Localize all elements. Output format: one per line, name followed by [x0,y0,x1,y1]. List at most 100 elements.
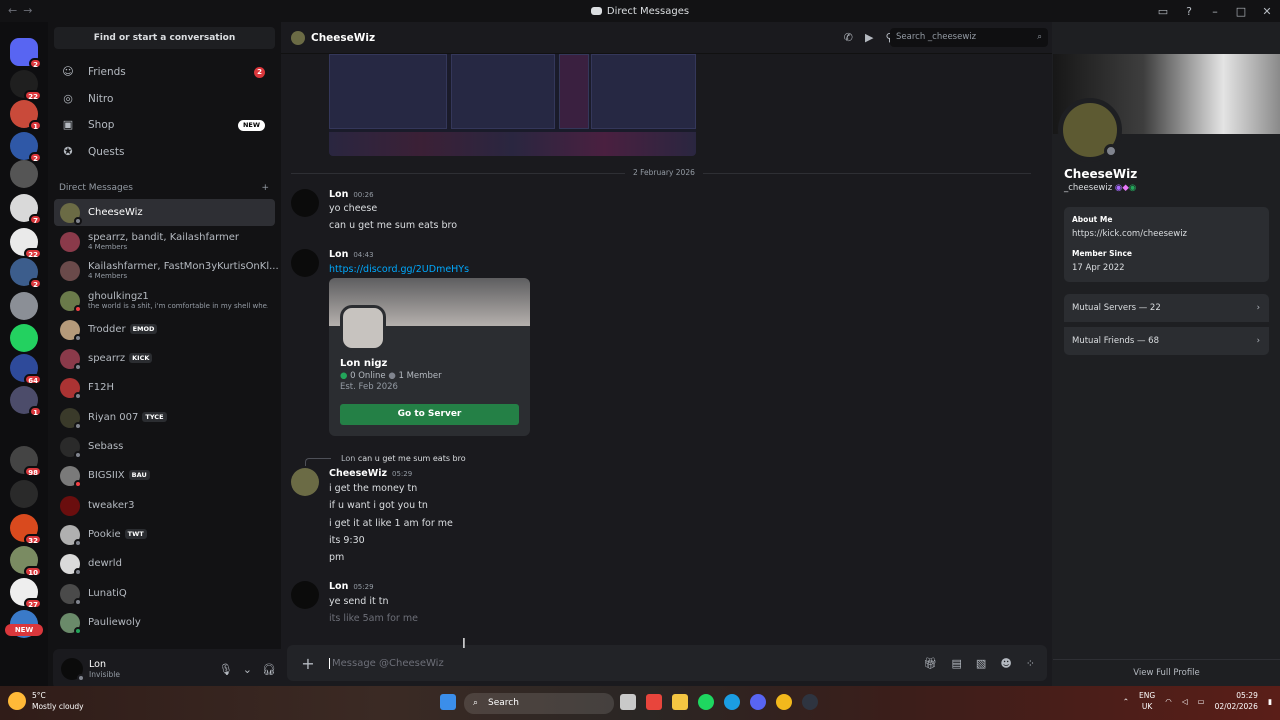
server-icon[interactable]: 7 [10,194,42,225]
reply-text[interactable]: can u get me sum eats bro [358,454,466,463]
server-icon[interactable]: 2 [10,132,42,163]
author-name[interactable]: Lon [329,249,348,260]
help-icon[interactable]: ? [1176,5,1202,18]
discord-icon[interactable] [750,694,766,710]
mutual-friends-row[interactable]: › Mutual Friends — 68 [1064,327,1269,355]
server-icon[interactable]: 98 [10,446,42,477]
avatar[interactable] [291,189,319,217]
language-indicator[interactable]: ENG UK [1139,690,1155,712]
chevron-down-icon[interactable]: ⌄ [243,663,252,676]
invite-link[interactable]: https://discord.gg/2UDmeHYs [329,264,469,275]
mutual-servers-row[interactable]: › Mutual Servers — 22 [1064,294,1269,322]
author-name[interactable]: CheeseWiz [329,468,387,479]
server-icon[interactable]: 2 [10,258,42,289]
volume-icon[interactable]: ◁ [1182,697,1188,706]
avatar[interactable] [61,658,85,682]
sticker-icon[interactable]: ▧ [976,657,986,670]
server-icon[interactable] [10,480,38,508]
server-icon[interactable]: 27 [10,578,42,609]
server-icon[interactable] [10,292,38,320]
steam-icon[interactable] [802,694,818,710]
nav-friends[interactable]: ☺ Friends 2 [54,59,275,85]
create-dm-icon[interactable]: + [261,183,269,193]
wifi-icon[interactable]: ◠ [1165,697,1172,706]
author-name[interactable]: Lon [329,189,348,200]
apps-icon[interactable]: ⁘ [1026,657,1035,670]
avatar[interactable] [1058,98,1122,162]
nav-nitro[interactable]: ◎ Nitro [54,86,275,112]
message-input[interactable] [329,657,924,669]
gift-icon[interactable]: 🎁︎ [924,657,938,670]
notification-icon[interactable]: ▮ [1268,697,1272,706]
taskbar-search[interactable]: ⌕ Search [464,693,614,714]
dm-item[interactable]: LunatiQ [54,580,275,607]
reply-preview[interactable]: Lon can u get me sum eats bro [341,454,466,463]
message-author[interactable]: Lon 05:29 [329,581,374,592]
message-author[interactable]: CheeseWiz 05:29 [329,468,412,479]
phone-icon[interactable]: ✆ [844,31,853,44]
dm-item[interactable]: Riyan 007 TYCE [54,404,275,431]
dm-item[interactable]: Kailashfarmer, FastMon3yKurtisOnKl... 4 M… [54,257,279,284]
windows-start-icon[interactable] [440,694,456,710]
microphone-icon[interactable]: 🎙︎ [219,663,233,676]
dm-item[interactable]: F12H [54,374,275,401]
avatar[interactable] [291,249,319,277]
dm-item[interactable]: spearrz KICK [54,345,275,372]
video-icon[interactable]: ▶ [865,31,873,44]
image-attachment[interactable] [329,54,696,156]
file-explorer-icon[interactable] [672,694,688,710]
dm-item[interactable]: BIGSIIX BAU [54,462,275,489]
server-icon[interactable]: 22 [10,228,42,259]
dm-item[interactable]: spearrz, bandit, Kailashfarmer 4 Members [54,228,275,255]
server-icon[interactable]: 2 [10,38,42,69]
avatar[interactable] [291,581,319,609]
add-attachment-icon[interactable]: + [293,654,323,673]
back-arrow-icon[interactable]: ← [8,4,23,17]
avatar[interactable] [291,468,319,496]
avatar[interactable] [291,30,305,45]
inbox-icon[interactable]: ▭ [1150,5,1176,18]
emoji-icon[interactable]: ☻ [1000,657,1011,670]
headphones-icon[interactable]: 🎧︎ [262,663,276,676]
forward-arrow-icon[interactable]: → [23,4,38,17]
chrome-icon[interactable] [776,694,792,710]
message-author[interactable]: Lon 04:43 [329,249,374,260]
dm-item[interactable]: Sebass [54,433,275,460]
dm-item[interactable]: Trodder EMOD [54,316,275,343]
edge-icon[interactable] [724,694,740,710]
server-icon[interactable] [10,160,38,188]
server-icon[interactable] [10,324,38,352]
dm-item[interactable]: ghoulkingz1 the world is a shit, i'm comf… [54,287,275,314]
nav-shop[interactable]: ▣ Shop NEW [54,112,275,138]
dm-item[interactable]: tweaker3 [54,492,275,519]
close-button[interactable]: ✕ [1254,5,1280,18]
weather-widget[interactable]: 5°C Mostly cloudy [8,690,84,712]
search-input[interactable]: Search _cheesewiz ⌕ [890,28,1048,47]
reply-author[interactable]: Lon [341,454,355,463]
battery-icon[interactable]: ▭ [1198,697,1205,706]
server-name[interactable]: Lon nigz [340,358,387,369]
server-icon[interactable]: 1 [10,386,42,417]
dm-item[interactable]: dewrld [54,550,275,577]
history-nav[interactable]: ←→ [8,4,38,17]
dm-item[interactable]: Pookie TWT [54,521,275,548]
view-full-profile-button[interactable]: View Full Profile [1053,659,1280,686]
minimize-button[interactable]: – [1202,5,1228,18]
find-conversation-button[interactable]: Find or start a conversation [54,27,275,49]
store-icon[interactable] [646,694,662,710]
task-view-icon[interactable] [620,694,636,710]
message-author[interactable]: Lon 00:26 [329,189,374,200]
server-icon[interactable]: 64 [10,354,42,385]
go-to-server-button[interactable]: Go to Server [340,404,519,425]
nav-quests[interactable]: ✪ Quests [54,139,275,165]
about-link[interactable]: https://kick.com/cheesewiz [1072,229,1261,239]
gif-icon[interactable]: ▤ [952,657,962,670]
spotify-icon[interactable] [698,694,714,710]
dm-item[interactable]: Pauliewoly [54,609,275,636]
author-name[interactable]: Lon [329,581,348,592]
server-icon[interactable]: 10 [10,546,42,577]
server-icon[interactable]: 1 [10,100,42,131]
clock[interactable]: 05:29 02/02/2026 [1215,690,1258,712]
server-icon[interactable]: 32 [10,514,42,545]
dm-item[interactable]: CheeseWiz [54,199,275,226]
